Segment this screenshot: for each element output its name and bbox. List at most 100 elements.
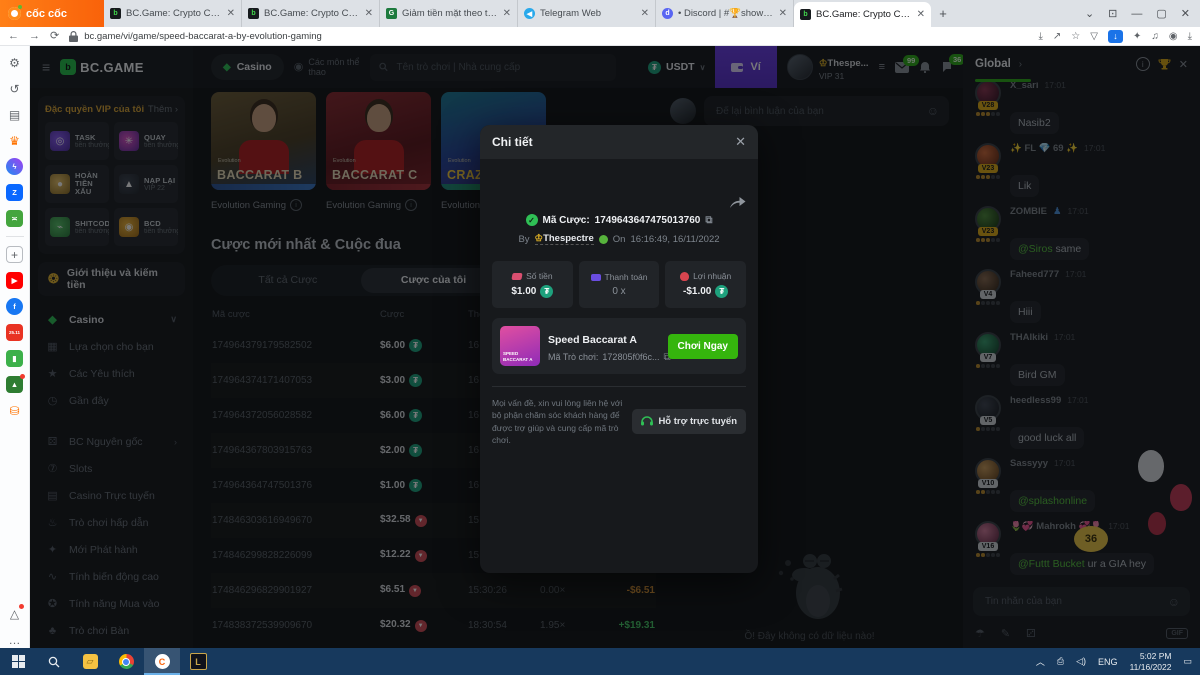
games-gamepad-icon[interactable]: ≍ — [6, 210, 23, 227]
file-explorer-icon[interactable]: ▱ — [72, 648, 108, 675]
window-close-button[interactable]: ✕ — [1181, 7, 1190, 20]
action-center-icon[interactable]: ▭ — [1183, 656, 1192, 667]
game-name: Speed Baccarat A — [548, 334, 637, 346]
tab-giam-tien[interactable]: G Giảm tiền mặt theo tiến hóa ✕ — [380, 0, 518, 27]
taskbar-clock[interactable]: 5:02 PM 11/16/2022 — [1130, 651, 1172, 672]
web-viewport: ≡ b BC.GAME Đặc quyền VIP của tôi Thêm ›… — [30, 46, 1200, 648]
lock-icon — [69, 31, 78, 42]
coccoc-logo-icon — [8, 7, 21, 20]
tab-bcgame-active[interactable]: b BC.Game: Crypto Casino Gam ✕ — [794, 2, 931, 27]
bet-user-link[interactable]: ♔Thespectre — [535, 233, 594, 245]
bcgame-favicon: b — [248, 8, 259, 19]
tab-close-icon[interactable]: ✕ — [779, 8, 787, 19]
url-field[interactable]: bc.game/vi/game/speed-baccarat-a-by-evol… — [69, 31, 1028, 42]
tab-close-icon[interactable]: ✕ — [917, 9, 925, 20]
brand-label: cốc cốc — [26, 8, 67, 20]
crown-vip-icon[interactable]: ♛ — [6, 132, 23, 149]
game-id-value: 172805f0f6c... — [602, 352, 659, 362]
coccoc-brand[interactable]: cốc cốc — [0, 0, 104, 27]
download-manager-icon[interactable]: ↓ — [1108, 30, 1123, 43]
share-bet-icon[interactable] — [729, 195, 746, 208]
window-restore-button[interactable]: ▢ — [1156, 7, 1166, 20]
forward-button[interactable]: → — [29, 31, 40, 42]
headset-icon — [641, 416, 653, 427]
network-icon[interactable]: ⎙ — [1057, 656, 1064, 667]
bet-id-label: Mã Cược: — [543, 215, 590, 226]
play-now-button[interactable]: Chơi Ngay — [668, 334, 738, 359]
deal-hat-icon[interactable]: ▲ — [6, 376, 23, 393]
bet-id-value: 1749643647475013760 — [595, 215, 701, 226]
site-favicon: G — [386, 8, 397, 19]
add-shortcut-button[interactable]: + — [6, 246, 23, 263]
bcgame-favicon: b — [800, 9, 811, 20]
zalo-icon[interactable]: Z — [6, 184, 23, 201]
more-options-icon[interactable]: … — [6, 631, 23, 648]
coccoc-taskbar-icon[interactable]: C — [144, 648, 180, 675]
live-support-button[interactable]: Hỗ trợ trực tuyến — [632, 409, 746, 434]
tab-telegram[interactable]: ◀ Telegram Web ✕ — [518, 0, 656, 27]
tab-bcgame-2[interactable]: b BC.Game: Crypto Casino Gam ✕ — [242, 0, 380, 27]
date-label: 11/16/2022 — [1130, 662, 1172, 672]
settings-gear-icon[interactable]: ⚙ — [6, 54, 23, 71]
newsfeed-icon[interactable]: ▤ — [6, 106, 23, 123]
hidden-icons-chevron[interactable]: ︿ — [1036, 655, 1045, 668]
tab-close-icon[interactable]: ✕ — [641, 8, 649, 19]
copy-bet-id-icon[interactable]: ⧉ — [705, 215, 712, 226]
tab-close-icon[interactable]: ✕ — [227, 8, 235, 19]
browser-tabbar: cốc cốc b BC.Game: Crypto Casino Gam ✕ b… — [0, 0, 1200, 27]
tab-discord[interactable]: d • Discord | #🏆show-off-you ✕ — [656, 0, 794, 27]
tab-search-icon[interactable]: ⌄ — [1085, 7, 1094, 20]
sale-25-11-icon[interactable]: 25.11 — [6, 324, 23, 341]
reload-button[interactable]: ⟳ — [50, 31, 59, 42]
payment-card-icon — [591, 274, 601, 281]
support-note: Mọi vấn đề, xin vui lòng liên hệ với bộ … — [492, 397, 622, 446]
profile-icon[interactable]: ◉ — [1169, 31, 1178, 42]
notifications-bell-icon[interactable]: △ — [6, 605, 23, 622]
side-panel-icon[interactable]: ⊡ — [1108, 7, 1117, 20]
crown-icon: ♔ — [535, 233, 544, 244]
facebook-icon[interactable]: f — [6, 298, 23, 315]
windows-taskbar: ▱ C L ︿ ⎙ ◁) ENG 5:02 PM 11/16/2022 ▭ — [0, 648, 1200, 675]
verified-shield-icon[interactable]: ✓ — [526, 214, 538, 226]
bookmark-star-icon[interactable]: ☆ — [1071, 31, 1080, 42]
telegram-favicon: ◀ — [524, 8, 535, 19]
tab-bcgame-1[interactable]: b BC.Game: Crypto Casino Gam ✕ — [104, 0, 242, 27]
profit-icon — [680, 272, 689, 281]
divider — [6, 236, 24, 237]
browser-addressbar: ← → ⟳ bc.game/vi/game/speed-baccarat-a-b… — [0, 27, 1200, 46]
stat-payout: Thanh toán 0 x — [579, 261, 660, 308]
modal-title: Chi tiết — [492, 135, 735, 149]
game-summary-row: SPEED BACCARAT A Speed Baccarat A Mã Trò… — [492, 318, 746, 374]
tab-close-icon[interactable]: ✕ — [503, 8, 511, 19]
save-page-icon[interactable]: ⤓ — [1038, 31, 1042, 42]
taskbar-search-button[interactable] — [36, 648, 72, 675]
window-minimize-button[interactable]: — — [1131, 8, 1142, 20]
share-icon[interactable]: ↗ — [1053, 31, 1061, 42]
new-tab-button[interactable]: + — [931, 0, 955, 27]
extensions-icon[interactable]: ✦ — [1133, 31, 1141, 42]
stat-profit: Lợi nhuận -$1.00₮ — [665, 261, 746, 308]
time-label: 5:02 PM — [1140, 651, 1172, 661]
media-control-icon[interactable]: ♫ — [1151, 31, 1159, 42]
modal-close-icon[interactable]: ✕ — [735, 134, 746, 150]
messenger-icon[interactable]: ϟ — [6, 158, 23, 175]
history-icon[interactable]: ↺ — [6, 80, 23, 97]
league-of-legends-icon[interactable]: L — [180, 648, 216, 675]
chrome-icon[interactable] — [108, 648, 144, 675]
start-button[interactable] — [0, 648, 36, 675]
game-thumbnail[interactable]: SPEED BACCARAT A — [500, 326, 540, 366]
back-button[interactable]: ← — [8, 31, 19, 42]
youtube-icon[interactable]: ▶ — [6, 272, 23, 289]
bcgame-favicon: b — [110, 8, 121, 19]
stat-amount: Số tiền $1.00₮ — [492, 261, 573, 308]
shopping-cart-icon[interactable]: ⛁ — [6, 402, 23, 419]
bet-details-modal: Chi tiết ✕ ✓ Mã Cược: 174964364747501376… — [480, 125, 758, 573]
tab-close-icon[interactable]: ✕ — [365, 8, 373, 19]
money-icon — [511, 273, 522, 280]
language-indicator[interactable]: ENG — [1098, 657, 1118, 667]
shopee-icon[interactable]: ▮ — [6, 350, 23, 367]
downloads-tray-icon[interactable]: ⤓ — [1188, 31, 1192, 42]
browser-side-strip: ⚙ ↺ ▤ ♛ ϟ Z ≍ + ▶ f 25.11 ▮ ▲ ⛁ △ … — [0, 46, 30, 648]
adblock-shield-icon[interactable]: ▽ — [1090, 31, 1098, 42]
volume-icon[interactable]: ◁) — [1076, 656, 1086, 667]
